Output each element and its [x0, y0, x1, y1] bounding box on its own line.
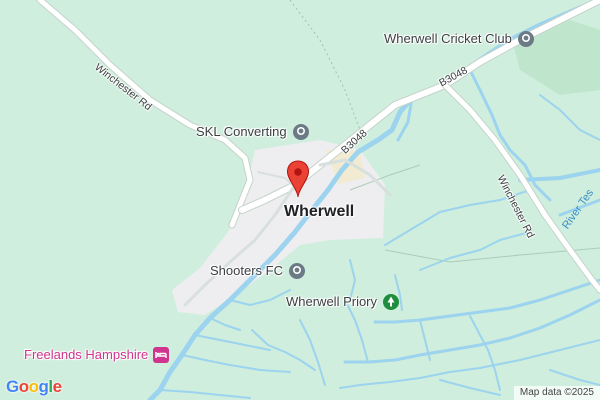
poi-skl-converting[interactable]: SKL Converting: [196, 123, 310, 141]
google-logo[interactable]: Google: [6, 377, 62, 397]
map-view[interactable]: Winchester Rd B3048 B3048 Winchester Rd …: [0, 0, 600, 400]
town-label[interactable]: Wherwell: [284, 204, 354, 220]
place-pin-icon: [288, 263, 305, 279]
poi-skl-label: SKL Converting: [196, 124, 287, 139]
poi-shooters-label: Shooters FC: [210, 263, 283, 278]
map-attribution[interactable]: Map data ©2025: [513, 386, 600, 400]
poi-priory-label: Wherwell Priory: [286, 294, 378, 309]
location-marker-icon[interactable]: [286, 160, 310, 198]
place-pin-icon: [517, 31, 534, 47]
poi-shooters-fc[interactable]: Shooters FC: [210, 262, 306, 280]
poi-cricket-club-label: Wherwell Cricket Club: [384, 31, 512, 46]
google-logo-text: Google: [6, 377, 62, 396]
poi-freelands-hampshire[interactable]: Freelands Hampshire: [24, 346, 170, 364]
poi-cricket-club[interactable]: Wherwell Cricket Club: [384, 30, 535, 48]
hotel-icon: [153, 347, 170, 363]
poi-freelands-label: Freelands Hampshire: [24, 347, 149, 362]
park-icon: [383, 294, 400, 310]
poi-wherwell-priory[interactable]: Wherwell Priory: [286, 293, 400, 311]
place-pin-icon: [292, 124, 309, 140]
